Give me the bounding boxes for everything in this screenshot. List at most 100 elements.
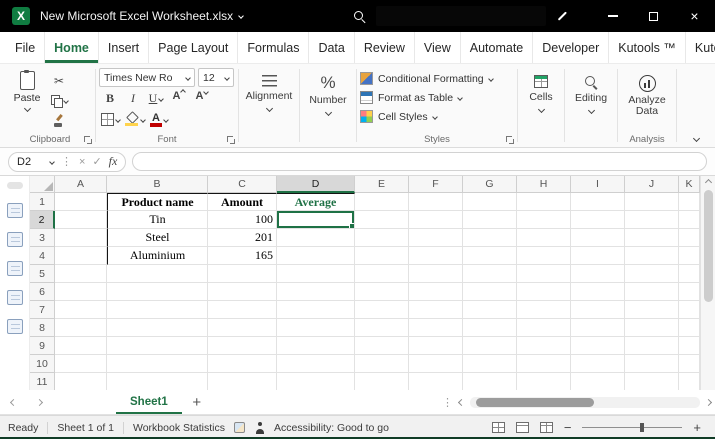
cell-H6[interactable] [517, 283, 571, 301]
cells-button[interactable]: Cells [521, 68, 561, 133]
cell-C7[interactable] [208, 301, 277, 319]
cell-K4[interactable] [679, 247, 700, 265]
row-header-6[interactable]: 6 [30, 283, 55, 301]
cell-C11[interactable] [208, 373, 277, 390]
cell-E5[interactable] [355, 265, 409, 283]
column-header-g[interactable]: G [463, 176, 517, 193]
cell-K3[interactable] [679, 229, 700, 247]
analyze-data-button[interactable]: Analyze Data [621, 68, 673, 133]
kutools-pane-icon-3[interactable] [7, 261, 23, 276]
cell-A9[interactable] [55, 337, 107, 355]
cell-K5[interactable] [679, 265, 700, 283]
column-header-h[interactable]: H [517, 176, 571, 193]
cell-D1[interactable]: Average [277, 193, 355, 211]
cell-I4[interactable] [571, 247, 625, 265]
close-button[interactable]: × [674, 0, 715, 32]
cell-J10[interactable] [625, 355, 679, 373]
cell-H7[interactable] [517, 301, 571, 319]
cell-G11[interactable] [463, 373, 517, 390]
editing-button[interactable]: Editing [568, 68, 614, 133]
sheet-nav-right-button[interactable] [26, 390, 52, 414]
workbook-statistics-button[interactable]: Workbook Statistics [133, 422, 225, 434]
kutools-pane-icon-4[interactable] [7, 290, 23, 305]
cell-C2[interactable]: 100 [208, 211, 277, 229]
increase-font-size-button[interactable]: A [170, 90, 188, 107]
styles-button-cell-styles[interactable]: Cell Styles [360, 107, 514, 126]
cell-E3[interactable] [355, 229, 409, 247]
cell-G6[interactable] [463, 283, 517, 301]
cell-F10[interactable] [409, 355, 463, 373]
cell-H4[interactable] [517, 247, 571, 265]
vertical-scrollbar[interactable] [700, 176, 715, 390]
normal-view-icon[interactable] [492, 422, 505, 433]
cell-H1[interactable] [517, 193, 571, 211]
cut-button[interactable]: ✂ [50, 72, 68, 89]
zoom-slider-thumb[interactable] [640, 423, 644, 432]
cell-B3[interactable]: Steel [107, 229, 208, 247]
cell-F7[interactable] [409, 301, 463, 319]
hscroll-right-icon[interactable] [705, 398, 712, 405]
cell-I10[interactable] [571, 355, 625, 373]
cell-B6[interactable] [107, 283, 208, 301]
cell-F2[interactable] [409, 211, 463, 229]
cell-A2[interactable] [55, 211, 107, 229]
cell-A6[interactable] [55, 283, 107, 301]
menu-tab-kutools-plus[interactable]: Kutools Plus [686, 32, 715, 63]
cell-J8[interactable] [625, 319, 679, 337]
bold-button[interactable]: B [101, 90, 119, 107]
cell-D4[interactable] [277, 247, 355, 265]
row-header-1[interactable]: 1 [30, 193, 55, 211]
column-header-k[interactable]: K [679, 176, 700, 193]
column-header-d[interactable]: D [277, 176, 355, 193]
fill-color-button[interactable] [125, 111, 145, 128]
cell-E10[interactable] [355, 355, 409, 373]
cell-C6[interactable] [208, 283, 277, 301]
cell-I1[interactable] [571, 193, 625, 211]
insert-function-icon[interactable]: fx [109, 154, 118, 169]
cell-A10[interactable] [55, 355, 107, 373]
menu-tab-view[interactable]: View [415, 32, 461, 63]
cell-K2[interactable] [679, 211, 700, 229]
kutools-pane-icon-5[interactable] [7, 319, 23, 334]
horizontal-scrollbar[interactable] [470, 397, 700, 408]
menu-tab-file[interactable]: File [6, 32, 45, 63]
sheet-tab-sheet1[interactable]: Sheet1 [116, 390, 182, 414]
column-header-f[interactable]: F [409, 176, 463, 193]
cell-K10[interactable] [679, 355, 700, 373]
row-header-5[interactable]: 5 [30, 265, 55, 283]
formula-bar-dots-icon[interactable]: ⋮ [61, 155, 72, 168]
cell-E2[interactable] [355, 211, 409, 229]
cell-C4[interactable]: 165 [208, 247, 277, 265]
cell-J2[interactable] [625, 211, 679, 229]
cell-J9[interactable] [625, 337, 679, 355]
kutools-pane-icon-1[interactable] [7, 203, 23, 218]
column-header-i[interactable]: I [571, 176, 625, 193]
cell-G4[interactable] [463, 247, 517, 265]
cell-D3[interactable] [277, 229, 355, 247]
cell-H8[interactable] [517, 319, 571, 337]
row-header-2[interactable]: 2 [30, 211, 55, 229]
cell-E11[interactable] [355, 373, 409, 390]
formula-input[interactable] [132, 152, 707, 171]
cell-I9[interactable] [571, 337, 625, 355]
pencil-edit-icon[interactable] [556, 9, 570, 23]
cell-A1[interactable] [55, 193, 107, 211]
cell-I8[interactable] [571, 319, 625, 337]
cell-B11[interactable] [107, 373, 208, 390]
cell-H2[interactable] [517, 211, 571, 229]
cell-A8[interactable] [55, 319, 107, 337]
cell-E1[interactable] [355, 193, 409, 211]
cell-J4[interactable] [625, 247, 679, 265]
row-header-9[interactable]: 9 [30, 337, 55, 355]
menu-tab-data[interactable]: Data [309, 32, 354, 63]
cell-B2[interactable]: Tin [107, 211, 208, 229]
cell-I11[interactable] [571, 373, 625, 390]
cell-K7[interactable] [679, 301, 700, 319]
borders-button[interactable] [101, 111, 120, 128]
page-break-view-icon[interactable] [540, 422, 553, 433]
styles-button-format-as-table[interactable]: Format as Table [360, 88, 514, 107]
cell-I3[interactable] [571, 229, 625, 247]
cell-B9[interactable] [107, 337, 208, 355]
menu-tab-review[interactable]: Review [355, 32, 415, 63]
cell-G2[interactable] [463, 211, 517, 229]
